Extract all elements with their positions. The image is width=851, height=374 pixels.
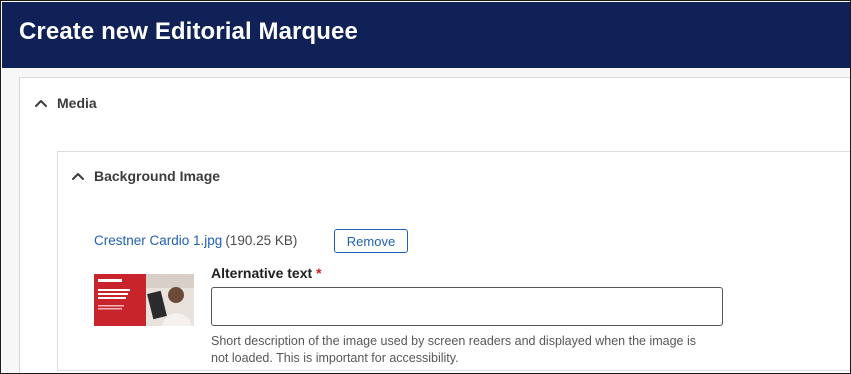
chevron-up-icon xyxy=(35,100,47,107)
window-frame: Create new Editorial Marquee Media Backg… xyxy=(0,0,851,374)
page-title: Create new Editorial Marquee xyxy=(19,18,358,45)
page-header: Create new Editorial Marquee xyxy=(2,2,850,68)
thumbnail-image xyxy=(94,274,194,326)
alt-text-label-text: Alternative text xyxy=(211,265,313,281)
file-link[interactable]: Crestner Cardio 1.jpg xyxy=(94,233,222,248)
media-summary-label: Media xyxy=(57,95,97,111)
file-size: (190.25 KB) xyxy=(225,233,298,248)
chevron-up-icon xyxy=(72,173,84,180)
image-thumbnail xyxy=(94,274,194,326)
background-image-summary-toggle[interactable]: Background Image xyxy=(71,168,220,184)
alt-text-description: Short description of the image used by s… xyxy=(211,334,697,365)
media-summary-toggle[interactable]: Media xyxy=(34,95,97,111)
background-image-summary-label: Background Image xyxy=(94,168,221,184)
alt-text-input[interactable] xyxy=(211,287,723,326)
required-marker: * xyxy=(316,265,322,281)
form-content: Media Background Image Crestner Cardio 1… xyxy=(2,68,850,373)
remove-button[interactable]: Remove xyxy=(334,229,408,253)
background-image-details: Background Image Crestner Cardio 1.jpg (… xyxy=(57,151,850,371)
file-info: Crestner Cardio 1.jpg (190.25 KB) xyxy=(94,233,297,248)
media-details: Media Background Image Crestner Cardio 1… xyxy=(19,77,850,373)
alt-text-label: Alternative text * xyxy=(211,265,322,281)
